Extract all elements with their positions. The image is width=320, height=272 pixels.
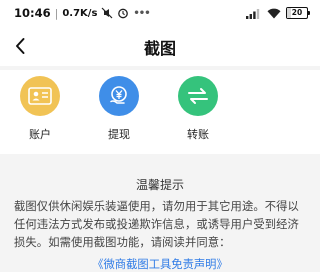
transfer-label: 转账 (187, 128, 209, 141)
mute-icon (101, 7, 113, 19)
yuan-wallet-icon (110, 86, 127, 104)
withdraw-button[interactable]: 提现 (89, 76, 149, 142)
account-label: 账户 (29, 128, 51, 141)
tips-line: 截图仅供休闲娱乐装逼使用，请勿用于其它用途。不得以 (14, 200, 299, 213)
network-speed: 0.7K/s (62, 7, 98, 19)
tips-title: 温馨提示 (135, 178, 184, 192)
nav-bar: 截图 (0, 26, 320, 66)
battery-icon: 20 (286, 7, 310, 19)
tips-section: 温馨提示 截图仅供休闲娱乐装逼使用，请勿用于其它用途。不得以 任何违法方式发布或… (0, 158, 320, 271)
action-panel: 账户 提现 转账 (0, 70, 320, 154)
id-card-icon (28, 87, 52, 105)
alarm-icon (118, 8, 129, 19)
status-right: 20 (246, 7, 310, 19)
disclaimer-link[interactable]: 《微商截图工具免责声明》 (0, 256, 320, 272)
signal-icon (246, 8, 260, 19)
tips-body: 截图仅供休闲娱乐装逼使用，请勿用于其它用途。不得以 任何违法方式发布或投递欺诈信… (14, 198, 310, 252)
status-time: 10:46 (14, 6, 51, 20)
page-title: 截图 (143, 39, 176, 58)
status-left: 10:46 | 0.7K/s ••• (14, 6, 151, 20)
more-dots-icon: ••• (133, 7, 150, 19)
transfer-arrows-icon (188, 88, 208, 104)
withdraw-label: 提现 (108, 128, 130, 141)
wifi-icon (267, 8, 281, 18)
withdraw-circle (99, 76, 139, 116)
transfer-button[interactable]: 转账 (168, 76, 228, 142)
status-bar: 10:46 | 0.7K/s ••• 20 (0, 0, 320, 26)
tips-line: 损失。如需使用截图功能，请阅读并同意： (14, 236, 231, 249)
transfer-circle (178, 76, 218, 116)
account-circle (20, 76, 60, 116)
account-button[interactable]: 账户 (10, 76, 70, 142)
battery-level: 20 (291, 8, 303, 17)
tips-line: 任何违法方式发布或投递欺诈信息，或诱导用户受到经济 (14, 218, 299, 231)
